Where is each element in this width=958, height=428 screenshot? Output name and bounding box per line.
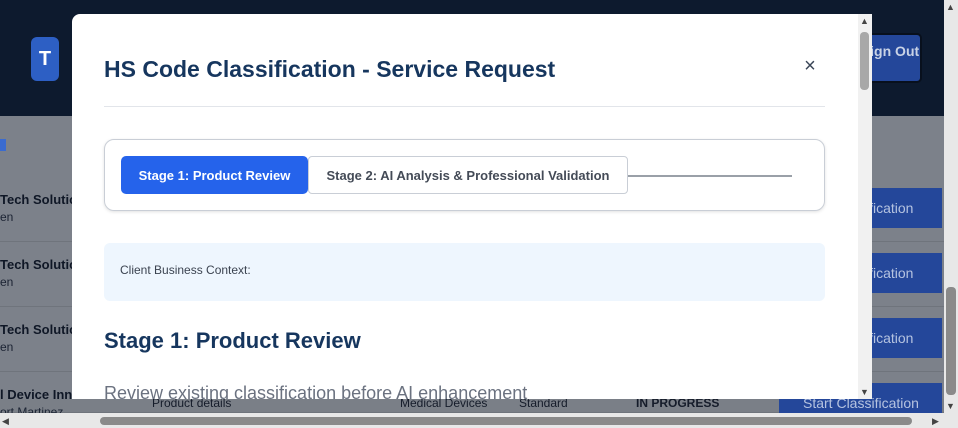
stage-description: Review existing classification before AI… [104, 383, 528, 399]
modal-scroll-up-icon[interactable]: ▲ [860, 16, 869, 26]
close-icon[interactable]: × [802, 56, 818, 76]
stage-stepper: Stage 1: Product Review Stage 2: AI Anal… [104, 139, 825, 211]
start-classification-button[interactable]: ification [860, 318, 942, 358]
header-divider [104, 106, 825, 107]
stepper-connector [628, 175, 792, 177]
modal-scroll-down-icon[interactable]: ▼ [860, 387, 869, 397]
service-request-modal: HS Code Classification - Service Request… [72, 14, 872, 399]
client-contact: en [0, 210, 14, 224]
scroll-up-icon[interactable]: ▲ [946, 2, 955, 12]
client-contact: en [0, 275, 14, 289]
scroll-left-icon[interactable]: ◀ [2, 416, 9, 426]
client-name: l Device Inno [0, 387, 81, 402]
horizontal-scrollbar-thumb[interactable] [100, 417, 912, 425]
scroll-down-icon[interactable]: ▼ [946, 401, 955, 411]
client-context-box: Client Business Context: [104, 243, 825, 301]
page-scrollbar-thumb[interactable] [946, 287, 956, 395]
stage-heading: Stage 1: Product Review [104, 328, 361, 353]
modal-scrollbar-thumb[interactable] [860, 32, 869, 90]
start-classification-button[interactable]: ification [860, 188, 942, 228]
user-avatar: T [31, 37, 59, 81]
modal-content: HS Code Classification - Service Request… [72, 14, 858, 399]
tab-stage-1[interactable]: Stage 1: Product Review [121, 156, 308, 194]
client-contact: en [0, 340, 14, 354]
client-context-label: Client Business Context: [120, 263, 251, 277]
start-classification-button[interactable]: ification [860, 253, 942, 293]
scroll-right-icon[interactable]: ▶ [932, 416, 939, 426]
filter-badge [0, 139, 6, 151]
modal-title: HS Code Classification - Service Request [104, 56, 556, 82]
tab-stage-2[interactable]: Stage 2: AI Analysis & Professional Vali… [308, 156, 628, 194]
